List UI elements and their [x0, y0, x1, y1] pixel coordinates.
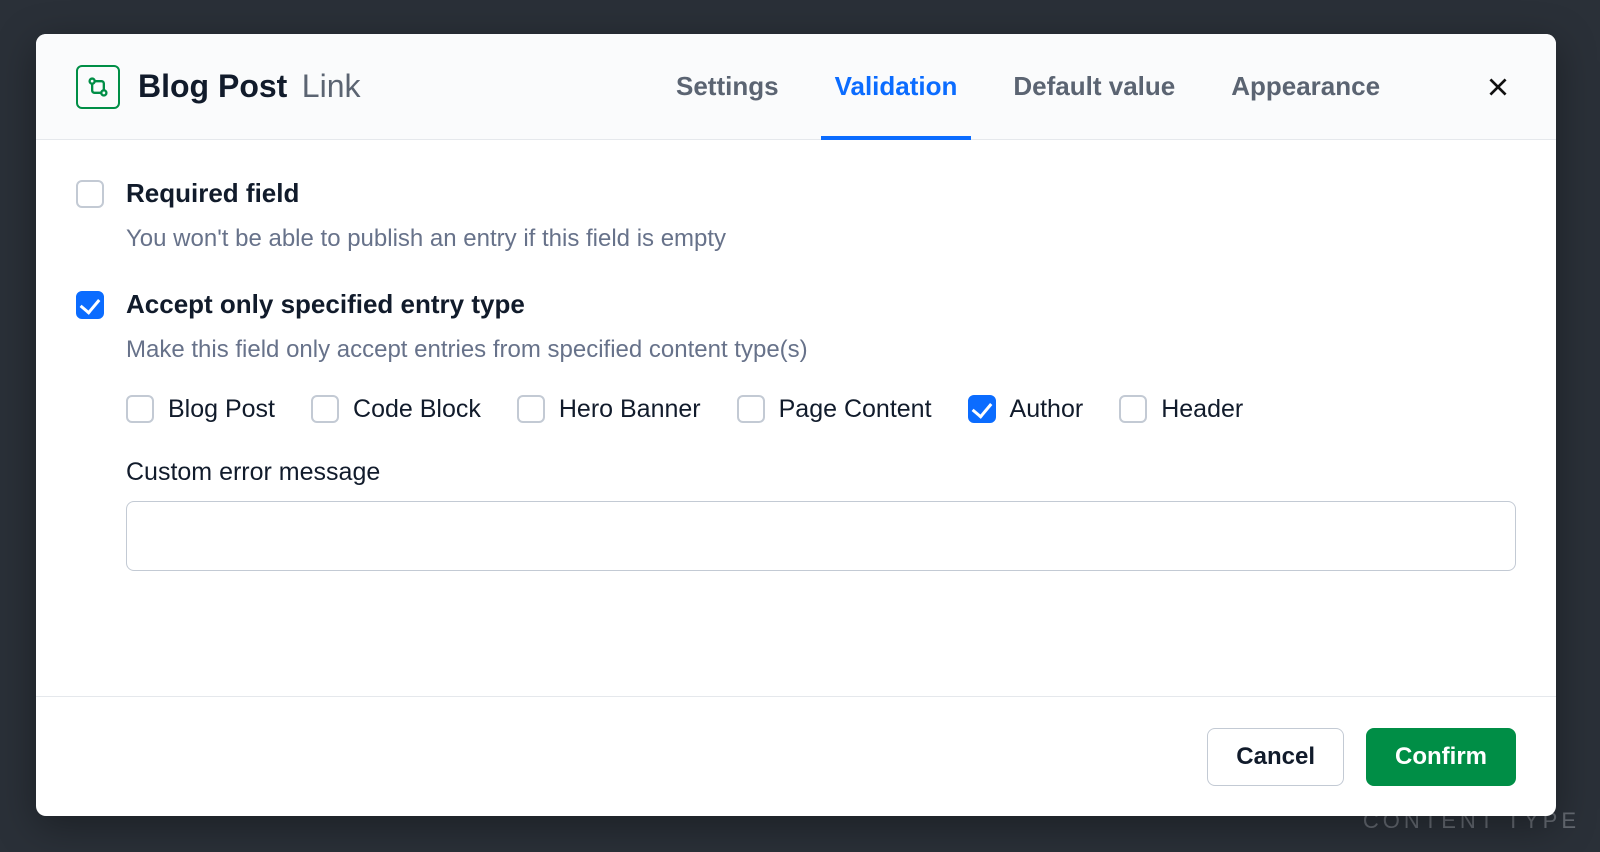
modal-title-wrap: Blog Post Link: [76, 65, 360, 109]
type-checkbox-author[interactable]: [968, 395, 996, 423]
close-button[interactable]: [1480, 69, 1516, 105]
type-label: Author: [1010, 395, 1084, 424]
custom-error-label: Custom error message: [126, 458, 1516, 487]
reference-field-icon: [76, 65, 120, 109]
type-checkbox-header[interactable]: [1119, 395, 1147, 423]
field-settings-modal: Blog Post Link Settings Validation Defau…: [36, 34, 1556, 816]
accept-only-checkbox[interactable]: [76, 291, 104, 319]
type-checkbox-hero-banner[interactable]: [517, 395, 545, 423]
type-label: Hero Banner: [559, 395, 701, 424]
type-option-header: Header: [1119, 395, 1243, 424]
required-checkbox[interactable]: [76, 180, 104, 208]
type-checkbox-blog-post[interactable]: [126, 395, 154, 423]
type-option-hero-banner: Hero Banner: [517, 395, 701, 424]
content-types-row: Blog Post Code Block Hero Banner Page Co…: [126, 395, 1516, 424]
type-option-code-block: Code Block: [311, 395, 481, 424]
cancel-button[interactable]: Cancel: [1207, 728, 1344, 786]
field-name: Link: [302, 68, 361, 104]
content-type-name: Blog Post: [138, 68, 287, 104]
modal-tabs: Settings Validation Default value Appear…: [676, 34, 1380, 139]
modal-title: Blog Post Link: [138, 68, 360, 105]
required-title: Required field: [126, 178, 726, 209]
type-label: Blog Post: [168, 395, 275, 424]
modal-header: Blog Post Link Settings Validation Defau…: [36, 34, 1556, 140]
required-description: You won't be able to publish an entry if…: [126, 223, 726, 255]
tab-validation[interactable]: Validation: [835, 34, 958, 139]
tab-appearance[interactable]: Appearance: [1231, 34, 1380, 139]
type-label: Page Content: [779, 395, 932, 424]
modal-footer: Cancel Confirm: [36, 696, 1556, 816]
type-option-blog-post: Blog Post: [126, 395, 275, 424]
type-label: Code Block: [353, 395, 481, 424]
confirm-button[interactable]: Confirm: [1366, 728, 1516, 786]
type-checkbox-code-block[interactable]: [311, 395, 339, 423]
type-option-author: Author: [968, 395, 1084, 424]
close-icon: [1485, 74, 1511, 100]
option-required-field: Required field You won't be able to publ…: [76, 178, 1516, 255]
custom-error-input[interactable]: [126, 501, 1516, 571]
type-checkbox-page-content[interactable]: [737, 395, 765, 423]
modal-body: Required field You won't be able to publ…: [36, 140, 1556, 696]
type-label: Header: [1161, 395, 1243, 424]
type-option-page-content: Page Content: [737, 395, 932, 424]
tab-settings[interactable]: Settings: [676, 34, 779, 139]
option-accept-only: Accept only specified entry type Make th…: [76, 289, 1516, 570]
accept-only-description: Make this field only accept entries from…: [126, 334, 1516, 366]
accept-only-title: Accept only specified entry type: [126, 289, 1516, 320]
tab-default-value[interactable]: Default value: [1013, 34, 1175, 139]
